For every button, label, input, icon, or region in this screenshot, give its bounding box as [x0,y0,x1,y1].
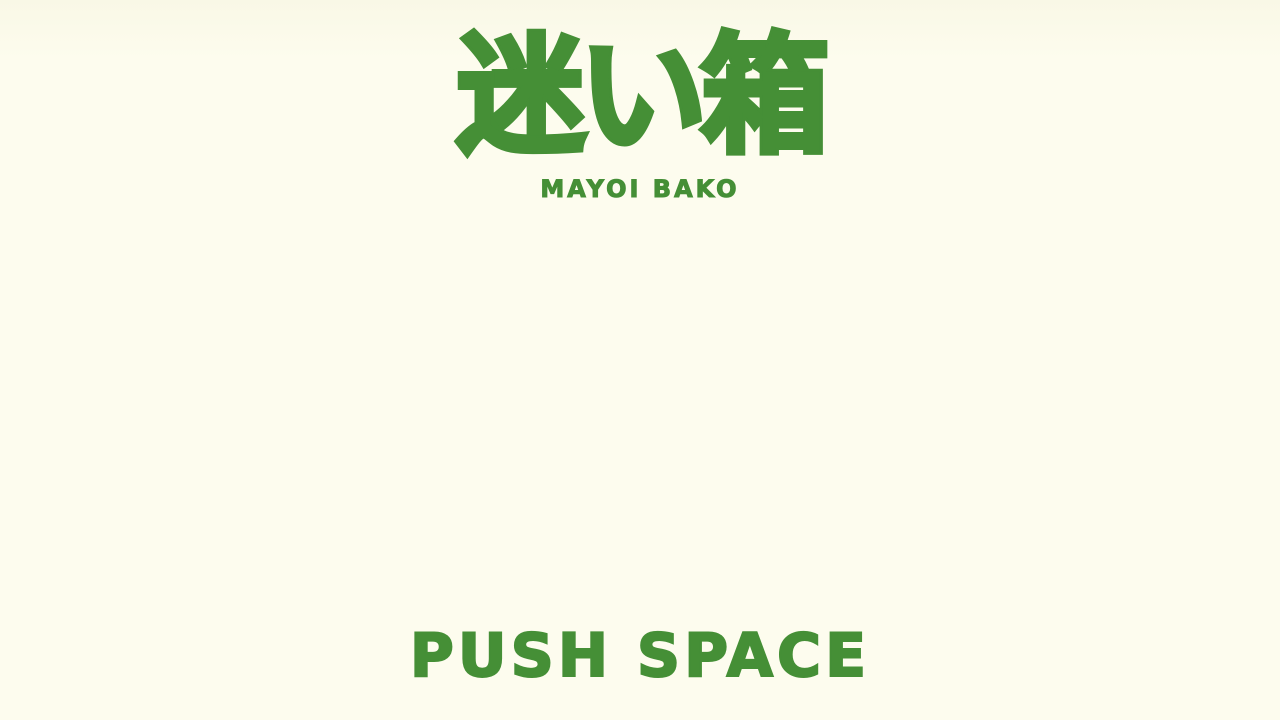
push-space-prompt[interactable]: PUSH SPACE [0,618,1280,694]
title-screen: 迷い箱 MAYOI BAKO PUSH SPACE [0,0,1280,720]
game-logo: 迷い箱 [454,19,832,174]
game-subtitle: MAYOI BAKO [540,175,740,204]
